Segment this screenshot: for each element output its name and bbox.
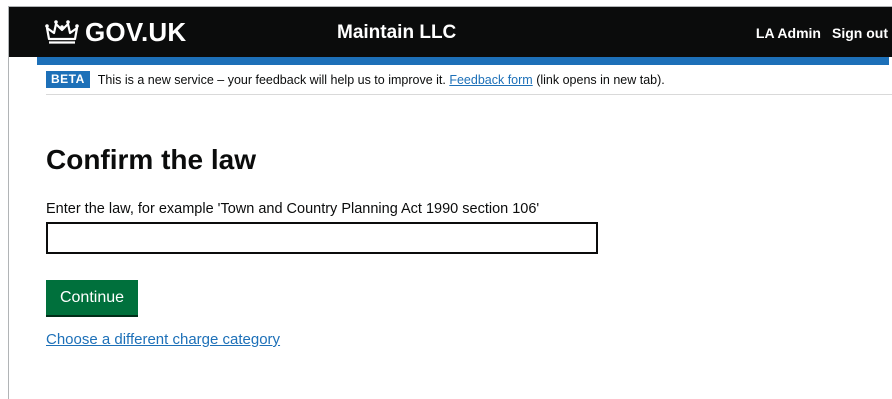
govuk-header: GOV.UK Maintain LLC LA Admin Sign out [9, 7, 892, 57]
header-blue-bar [37, 57, 889, 65]
govuk-logo-link[interactable]: GOV.UK [45, 18, 186, 46]
user-account-link[interactable]: LA Admin [756, 25, 821, 41]
phase-banner-text: This is a new service – your feedback wi… [98, 73, 665, 87]
main-content: Confirm the law Enter the law, for examp… [46, 144, 598, 348]
service-name-link[interactable]: Maintain LLC [337, 22, 456, 44]
header-nav: LA Admin Sign out [756, 25, 888, 41]
page-title: Confirm the law [46, 144, 257, 175]
feedback-form-link[interactable]: Feedback form [449, 73, 532, 87]
beta-tag: BETA [46, 71, 90, 88]
phase-banner: BETA This is a new service – your feedba… [46, 65, 892, 95]
law-input-label: Enter the law, for example 'Town and Cou… [46, 201, 540, 217]
phase-banner-message: This is a new service – your feedback wi… [97, 72, 446, 87]
logo-text: GOV.UK [85, 17, 187, 47]
phase-banner-note: (link opens in new tab). [536, 72, 665, 87]
continue-button[interactable]: Continue [46, 280, 138, 315]
browser-page: GOV.UK Maintain LLC LA Admin Sign out BE… [8, 6, 892, 399]
choose-different-charge-category-link[interactable]: Choose a different charge category [46, 331, 280, 349]
sign-out-link[interactable]: Sign out [832, 25, 888, 41]
crown-icon [45, 20, 79, 44]
law-input[interactable] [46, 222, 598, 254]
